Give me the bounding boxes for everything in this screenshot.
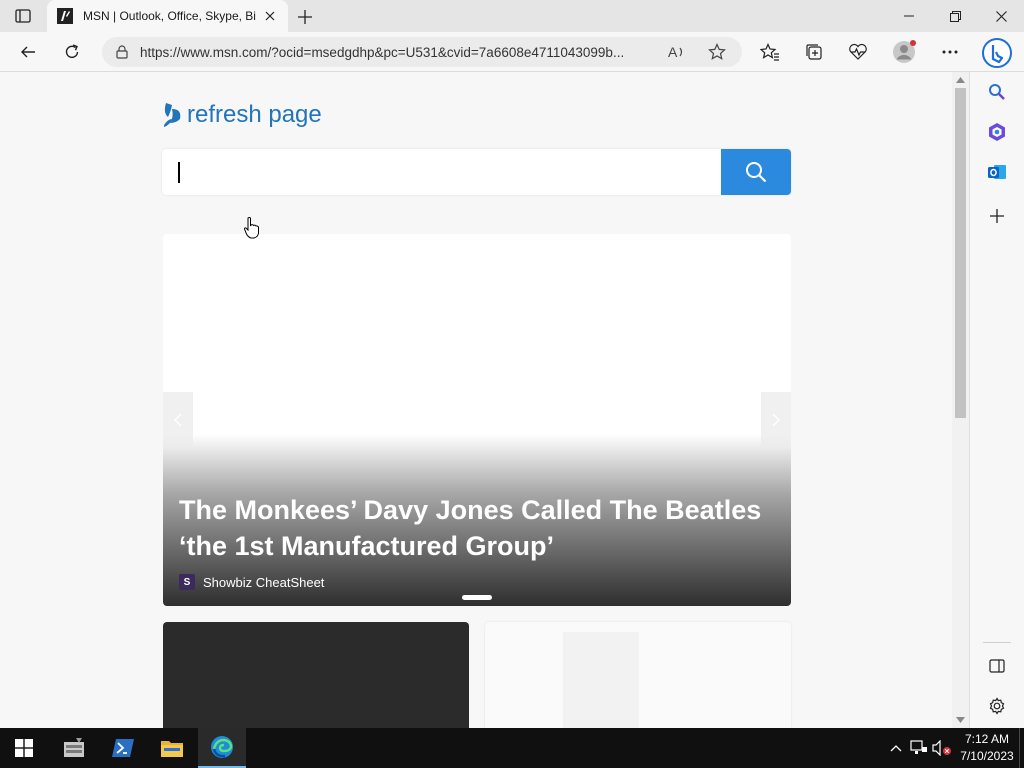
scroll-thumb[interactable] — [955, 88, 966, 418]
brand-text[interactable]: refresh page — [187, 101, 322, 129]
collections-icon — [806, 44, 822, 60]
svg-text:A: A — [668, 44, 678, 60]
edge-icon — [211, 736, 233, 758]
profile-button[interactable] — [890, 38, 918, 66]
refresh-button[interactable] — [58, 38, 86, 66]
sidebar-add-button[interactable] — [984, 203, 1010, 229]
sidebar-divider — [983, 642, 1011, 643]
settings-icon — [989, 697, 1005, 715]
tab-actions-icon[interactable] — [12, 7, 34, 25]
sidebar-settings-button[interactable] — [984, 693, 1010, 719]
bing-icon — [982, 38, 1012, 68]
page-content: refresh page The Monkees’ Davy Jones Cal… — [0, 72, 952, 728]
restore-icon — [949, 10, 961, 22]
edge-sidebar — [969, 72, 1024, 728]
browser-essentials-button[interactable] — [844, 38, 872, 66]
hero-source: S Showbiz CheatSheet — [179, 574, 324, 590]
network-icon[interactable] — [909, 738, 929, 758]
profile-icon — [893, 40, 916, 63]
carousel-indicator[interactable] — [462, 595, 492, 600]
server-manager-taskbar-button[interactable] — [50, 728, 98, 768]
browser-toolbar: https://www.msn.com/?ocid=msedgdhp&pc=U5… — [0, 32, 1024, 72]
scroll-up-icon[interactable] — [956, 75, 965, 84]
msn-favicon — [57, 8, 73, 24]
file-explorer-taskbar-button[interactable] — [148, 728, 196, 768]
hero-title[interactable]: The Monkees’ Davy Jones Called The Beatl… — [179, 492, 769, 564]
search-button[interactable] — [721, 149, 791, 195]
server-manager-icon — [64, 738, 84, 757]
news-card[interactable] — [163, 622, 469, 728]
plus-icon — [298, 10, 312, 24]
windows-taskbar: 7:12 AM 7/10/2023 — [0, 728, 1024, 768]
read-aloud-icon[interactable]: A — [668, 44, 686, 65]
powershell-icon — [112, 739, 134, 757]
plus-icon — [990, 209, 1004, 223]
search-box — [162, 149, 791, 195]
bing-chat-button[interactable] — [980, 36, 1014, 70]
file-explorer-icon — [161, 741, 183, 757]
heartbeat-icon — [849, 43, 867, 60]
close-window-button[interactable] — [978, 0, 1024, 32]
hero-carousel[interactable]: The Monkees’ Davy Jones Called The Beatl… — [163, 234, 791, 606]
hide-sidebar-button[interactable] — [984, 653, 1010, 679]
card-placeholder — [563, 632, 639, 728]
chevron-right-icon — [772, 413, 780, 427]
office-icon — [989, 123, 1005, 141]
address-bar[interactable]: https://www.msn.com/?ocid=msedgdhp&pc=U5… — [102, 37, 742, 67]
sidebar-office-button[interactable] — [984, 119, 1010, 145]
carousel-next-button[interactable] — [761, 392, 791, 448]
chevron-left-icon — [174, 413, 182, 427]
close-icon[interactable] — [262, 8, 278, 24]
scroll-down-icon[interactable] — [956, 715, 965, 724]
back-button[interactable] — [14, 38, 42, 66]
search-input[interactable] — [162, 149, 721, 195]
search-icon — [989, 84, 1005, 100]
source-name: Showbiz CheatSheet — [203, 574, 325, 590]
back-icon — [21, 46, 35, 58]
more-icon — [942, 50, 958, 54]
carousel-prev-button[interactable] — [163, 392, 193, 448]
text-caret — [178, 162, 180, 183]
sidebar-toggle-icon — [989, 659, 1005, 673]
chevron-up-icon[interactable] — [886, 738, 906, 758]
windows-start-icon — [15, 739, 33, 757]
brand-logo[interactable]: refresh page — [162, 101, 322, 129]
edge-taskbar-button[interactable] — [198, 728, 246, 768]
system-clock[interactable]: 7:12 AM 7/10/2023 — [956, 731, 1018, 765]
clock-date: 7/10/2023 — [960, 749, 1014, 763]
new-tab-button[interactable] — [294, 6, 316, 28]
minimize-icon — [904, 15, 914, 17]
page-scrollbar[interactable] — [952, 72, 969, 728]
close-icon — [995, 10, 1007, 22]
powershell-taskbar-button[interactable] — [99, 728, 147, 768]
address-url[interactable]: https://www.msn.com/?ocid=msedgdhp&pc=U5… — [140, 45, 646, 60]
show-desktop-button[interactable] — [1019, 728, 1024, 768]
outlook-icon — [988, 165, 1006, 179]
title-bar: MSN | Outlook, Office, Skype, Bing — [0, 0, 1024, 32]
start-button[interactable] — [0, 728, 48, 768]
tab-title: MSN | Outlook, Office, Skype, Bing — [83, 9, 256, 23]
search-icon — [746, 162, 767, 183]
favorites-button[interactable] — [756, 38, 784, 66]
collections-button[interactable] — [800, 38, 828, 66]
volume-muted-icon[interactable] — [932, 738, 952, 758]
favorite-star-icon[interactable] — [708, 43, 726, 66]
browser-tab[interactable]: MSN | Outlook, Office, Skype, Bing — [47, 0, 288, 32]
clock-time: 7:12 AM — [964, 732, 1010, 746]
more-button[interactable] — [936, 38, 964, 66]
favorites-icon — [760, 43, 779, 61]
sidebar-search-button[interactable] — [984, 79, 1010, 105]
hand-cursor-icon — [243, 217, 260, 244]
lock-icon — [116, 45, 128, 59]
sidebar-outlook-button[interactable] — [984, 159, 1010, 185]
news-card[interactable] — [485, 622, 791, 728]
msn-butterfly-icon — [164, 103, 181, 127]
source-logo: S — [179, 574, 195, 590]
minimize-button[interactable] — [886, 0, 932, 32]
refresh-icon — [65, 44, 79, 58]
restore-button[interactable] — [932, 0, 978, 32]
